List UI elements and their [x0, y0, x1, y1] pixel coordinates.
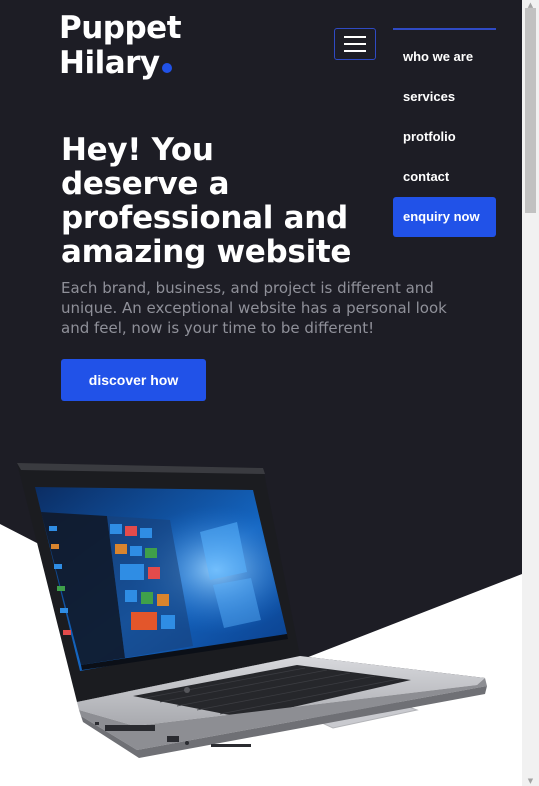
logo-line-2: Hilary — [59, 45, 160, 81]
page: Puppet Hilary who we are services protfo… — [0, 0, 522, 786]
scrollbar-thumb[interactable] — [525, 8, 536, 213]
nav-menu: who we are services protfolio contact en… — [393, 28, 496, 237]
nav-item-who-we-are[interactable]: who we are — [393, 37, 496, 77]
hero-headline: Hey! You deserve a professional and amaz… — [61, 132, 352, 270]
nav-item-portfolio[interactable]: protfolio — [393, 117, 496, 157]
hamburger-menu-icon[interactable] — [334, 28, 376, 60]
nav-item-contact[interactable]: contact — [393, 157, 496, 197]
scroll-down-icon[interactable]: ▼ — [522, 776, 539, 786]
logo-line-1: Puppet — [59, 10, 182, 46]
laptop-image — [17, 463, 487, 758]
discover-how-button[interactable]: discover how — [61, 359, 206, 401]
enquiry-now-button[interactable]: enquiry now — [393, 197, 496, 237]
nav-item-services[interactable]: services — [393, 77, 496, 117]
logo-dot — [161, 63, 172, 73]
logo[interactable]: Puppet Hilary — [59, 10, 182, 81]
hero-subtext: Each brand, business, and project is dif… — [61, 279, 447, 337]
